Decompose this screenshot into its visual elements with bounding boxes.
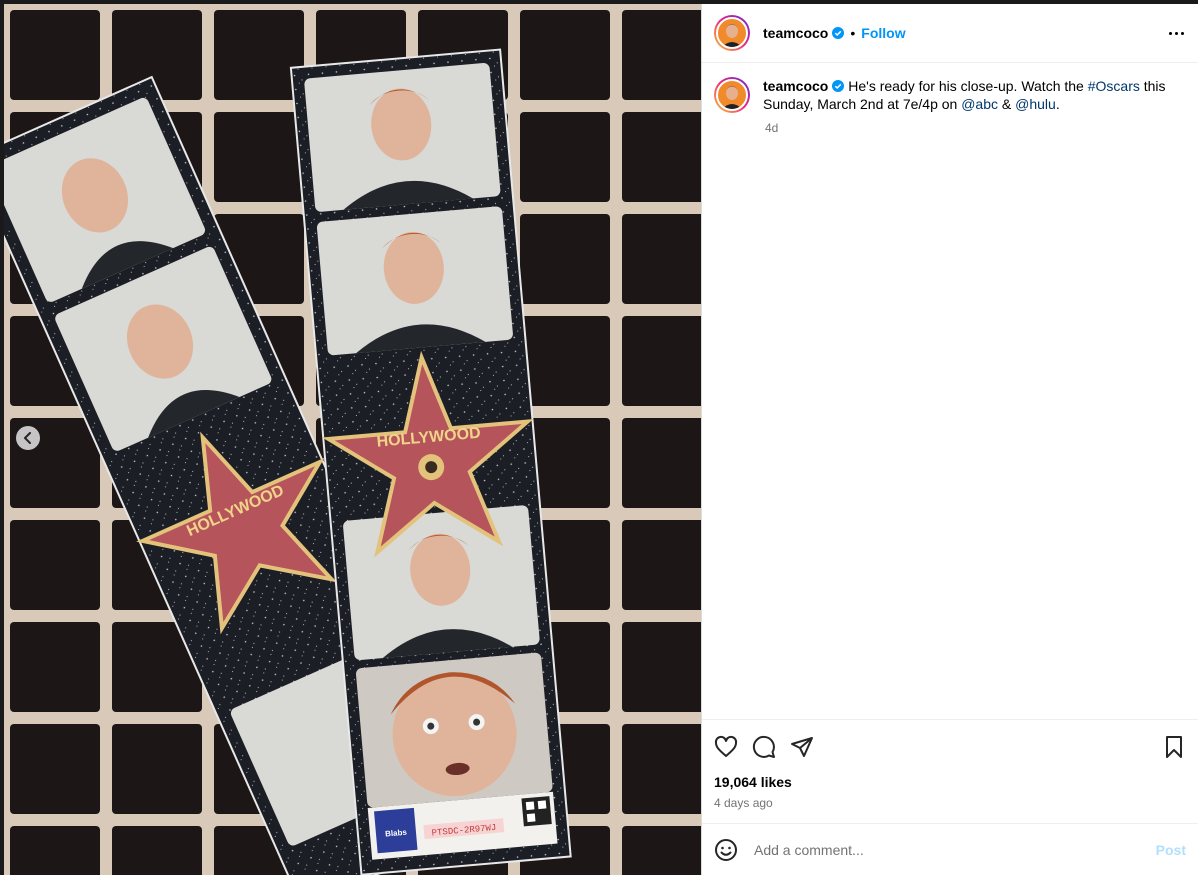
save-button[interactable] <box>1162 735 1186 759</box>
avatar-photo <box>722 24 742 47</box>
caption-text: teamcoco He's ready for his close-up. Wa… <box>763 78 1166 112</box>
like-button[interactable] <box>714 735 738 759</box>
post-header: teamcoco • Follow <box>702 4 1198 63</box>
bookmark-icon <box>1166 736 1182 758</box>
share-button[interactable] <box>790 735 814 759</box>
likes-count[interactable]: 19,064 likes <box>714 774 1186 790</box>
caption-username[interactable]: teamcoco <box>763 78 828 94</box>
hashtag-oscars[interactable]: #Oscars <box>1088 78 1140 94</box>
verified-badge-icon <box>832 27 845 39</box>
caption: teamcoco He's ready for his close-up. Wa… <box>714 77 1186 113</box>
previous-slide-button[interactable] <box>16 426 40 450</box>
paper-plane-icon <box>791 737 813 757</box>
avatar[interactable] <box>714 15 750 51</box>
comment-button[interactable] <box>752 735 776 759</box>
separator-dot: • <box>850 25 856 41</box>
follow-button[interactable]: Follow <box>861 25 905 41</box>
heart-icon <box>714 735 738 757</box>
post-timestamp[interactable]: 4 days ago <box>714 796 1186 810</box>
chevron-left-icon <box>24 432 31 444</box>
comments-area: teamcoco He's ready for his close-up. Wa… <box>702 63 1198 719</box>
smiley-icon <box>715 838 737 861</box>
avatar-photo <box>722 86 742 109</box>
post-comment-button[interactable]: Post <box>1156 842 1186 858</box>
ellipsis-icon <box>1169 31 1172 35</box>
post-modal: HOLLYWOOD HOLLYWOOD Blabs PTSDC-2R97WJ t… <box>4 4 1198 875</box>
emoji-button[interactable] <box>714 838 738 862</box>
mention-abc[interactable]: @abc <box>961 96 998 112</box>
comment-input[interactable] <box>754 841 1156 858</box>
caption-age[interactable]: 4d <box>765 121 1186 135</box>
post-side-panel: teamcoco • Follow teamcoco He's ready fo… <box>701 4 1198 875</box>
post-author-username[interactable]: teamcoco <box>763 25 828 41</box>
post-media: HOLLYWOOD HOLLYWOOD Blabs PTSDC-2R97WJ <box>4 4 701 875</box>
caption-avatar[interactable] <box>714 77 750 113</box>
mention-hulu[interactable]: @hulu <box>1015 96 1056 112</box>
post-actions: 19,064 likes 4 days ago <box>702 719 1198 823</box>
verified-badge-icon <box>832 80 845 92</box>
photo-booth-image: HOLLYWOOD HOLLYWOOD Blabs PTSDC-2R97WJ <box>4 4 701 875</box>
comment-icon <box>752 735 775 758</box>
more-options-button[interactable] <box>1169 31 1184 35</box>
add-comment-bar: Post <box>702 823 1198 875</box>
